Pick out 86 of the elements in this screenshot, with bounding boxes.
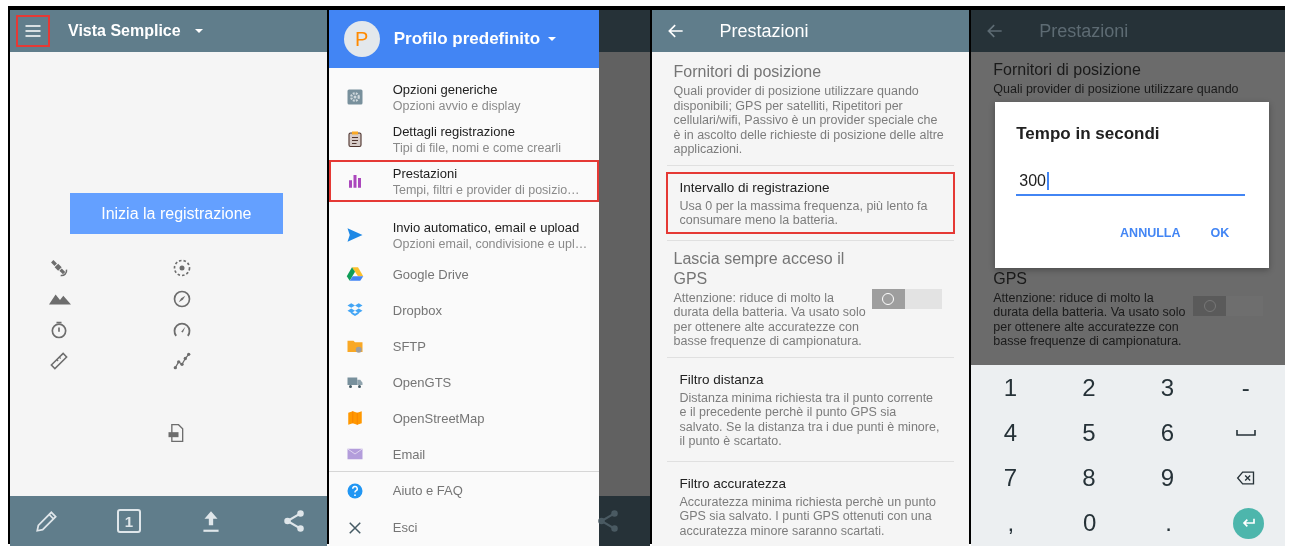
- input-value: 300: [1019, 172, 1046, 190]
- pencil-icon[interactable]: [34, 508, 60, 534]
- drawer-item[interactable]: Esci: [328, 509, 599, 546]
- settings-item[interactable]: Intervallo di registrazione Usa 0 per la massima frequenza, più lento fa consumare meno la batteria.: [665, 171, 956, 234]
- dimmed-app-bar: [598, 10, 650, 52]
- drawer-item[interactable]: OpenStreetMap: [328, 400, 599, 436]
- item-title: Prestazioni: [392, 165, 459, 181]
- item-subtitle: Tempi, filtri e provider di posizio…: [392, 182, 580, 197]
- setting-title: Intervallo di registrazione: [679, 178, 831, 197]
- keyboard-key[interactable]: 3: [1128, 365, 1207, 411]
- drawer-item[interactable]: OpenGTS: [328, 364, 599, 400]
- drawer-item[interactable]: Google Drive: [328, 256, 599, 292]
- boxes-icon: [345, 301, 364, 319]
- dialog-title: Tempo in secondi: [1016, 124, 1161, 144]
- item-title: Email: [392, 446, 426, 462]
- compass-icon: [172, 289, 193, 309]
- setting-title: Lascia sempre acceso il GPS: [673, 248, 846, 289]
- mountain-icon: [49, 294, 72, 305]
- keyboard-key[interactable]: 0: [1050, 500, 1130, 546]
- drawer-item[interactable]: Opzioni generiche Opzioni avvio e display: [328, 76, 599, 118]
- setting-title: Fornitori di posizione: [993, 60, 1142, 80]
- screen-title: Prestazioni: [1039, 20, 1129, 42]
- item-title: SFTP: [392, 338, 426, 354]
- map-icon: [345, 409, 364, 427]
- drawer-item[interactable]: Aiuto e FAQ: [328, 472, 599, 509]
- keyboard-key[interactable]: 1: [971, 365, 1050, 411]
- item-title: Aiuto e FAQ: [392, 483, 463, 498]
- keyboard-key[interactable]: 9: [1128, 455, 1207, 501]
- item-title: Dettagli registrazione: [392, 123, 516, 139]
- screen-title: Prestazioni: [719, 20, 809, 42]
- drawer-item[interactable]: Prestazioni Tempi, filtri e provider di posizio…: [328, 160, 599, 202]
- settings-item[interactable]: Filtro distanza Distanza minima richiesta tra il punto corrente e il precedente perchè il punto GPS sia salvato. Se la distanza tra i due punti è minore, il punto è scartato.: [665, 363, 956, 455]
- setting-description: Quali provider di posizione utilizzare quando: [993, 82, 1239, 97]
- view-title[interactable]: Vista Semplice: [68, 22, 181, 40]
- setting-description: Distanza minima richiesta tra il punto corrente e il precedente perchè il punto GPS sia salvato. Se la distanza tra i due punti è minore, il punto è scartato.: [679, 390, 941, 449]
- item-subtitle: Opzioni email, condivisione e upl…: [392, 236, 585, 251]
- settings-item[interactable]: Filtro accuratezza Accuratezza minima richiesta perchè un punto GPS sia salvato. I punti GPS ottenuti con una accuratezza minore saranno scartati.: [665, 467, 956, 544]
- setting-title: GPS: [993, 268, 1029, 289]
- keyboard-key[interactable]: -: [1206, 365, 1285, 411]
- setting-description: Attenzione: riduce di molto la durata della batteria. Va usato solo per ottenere alte accuratezze con basse frequenze di campionatura.: [673, 290, 867, 349]
- clipboard-icon: [345, 130, 364, 148]
- setting-description: Usa 0 per la massima frequenza, più lento fa consumare meno la batteria.: [679, 198, 929, 228]
- item-title: OpenGTS: [392, 374, 452, 390]
- help-icon: [345, 481, 364, 500]
- item-subtitle: Opzioni avvio e display: [392, 98, 521, 113]
- location-target-icon: [172, 258, 193, 278]
- keyboard-key[interactable]: 7: [971, 455, 1050, 501]
- setting-description: Accuratezza minima richiesta perchè un punto GPS sia salvato. I punti GPS ottenuti con una accuratezza minore saranno scartati.: [679, 494, 937, 538]
- avatar: P: [343, 21, 380, 57]
- item-subtitle: Tipi di file, nomi e come crearli: [392, 140, 562, 155]
- input-field[interactable]: 300: [1016, 172, 1246, 196]
- keyboard-key[interactable]: 8: [1049, 455, 1129, 501]
- setting-title: Fornitori di posizione: [673, 62, 823, 82]
- drawer-item[interactable]: SFTP: [328, 328, 599, 364]
- setting-title: Filtro accuratezza: [679, 474, 788, 493]
- item-title: Invio automatico, email e upload: [392, 219, 581, 235]
- keyboard-key[interactable]: 4: [971, 410, 1050, 456]
- triangle-icon: [345, 265, 364, 283]
- keyboard-key[interactable]: 5: [1049, 410, 1129, 456]
- gear-icon: [345, 88, 364, 106]
- send-icon: [345, 226, 364, 244]
- satellite-icon: [49, 258, 70, 278]
- item-title: Dropbox: [392, 302, 442, 318]
- keyboard-key[interactable]: 6: [1128, 410, 1207, 456]
- keyboard-key[interactable]: 2: [1049, 365, 1129, 411]
- keyboard-key[interactable]: ,: [971, 500, 1051, 546]
- item-title: Opzioni generiche: [392, 81, 499, 97]
- drawer-item[interactable]: Invio automatico, email e upload Opzioni email, condivisione e upl…: [328, 214, 599, 256]
- enter-key[interactable]: [1233, 507, 1264, 539]
- item-title: OpenStreetMap: [392, 410, 485, 426]
- drawer-item[interactable]: Email: [328, 436, 599, 471]
- dialog-button[interactable]: OK: [1210, 226, 1230, 240]
- keyboard-key[interactable]: .: [1129, 500, 1208, 546]
- space-icon: [1235, 429, 1256, 437]
- route-icon: [172, 351, 193, 371]
- setting-title: Filtro distanza: [679, 370, 765, 389]
- dialog-button[interactable]: ANNULLA: [1120, 226, 1181, 240]
- drawer-item[interactable]: Dettagli registrazione Tipi di file, nomi e come crearli: [328, 118, 599, 160]
- drawer-item[interactable]: Dropbox: [328, 292, 599, 328]
- item-title: Esci: [392, 520, 418, 535]
- menu-button[interactable]: [16, 15, 50, 47]
- ruler-icon: [49, 351, 70, 371]
- setting-description: Attenzione: riduce di molto la durata della batteria. Va usato solo per ottenere alte accuratezze con basse frequenze di campionatura.: [993, 290, 1187, 349]
- profile-title[interactable]: Profilo predefinito: [393, 29, 541, 49]
- item-title: Google Drive: [392, 266, 469, 282]
- setting-description: Quali provider di posizione utilizzare quando disponibili; GPS per satelliti, Ripetitori per cellulari/wifi, Passivo è un provider speciale che è in ascolto delle richieste di posizione delle altre applicazioni.: [673, 84, 945, 157]
